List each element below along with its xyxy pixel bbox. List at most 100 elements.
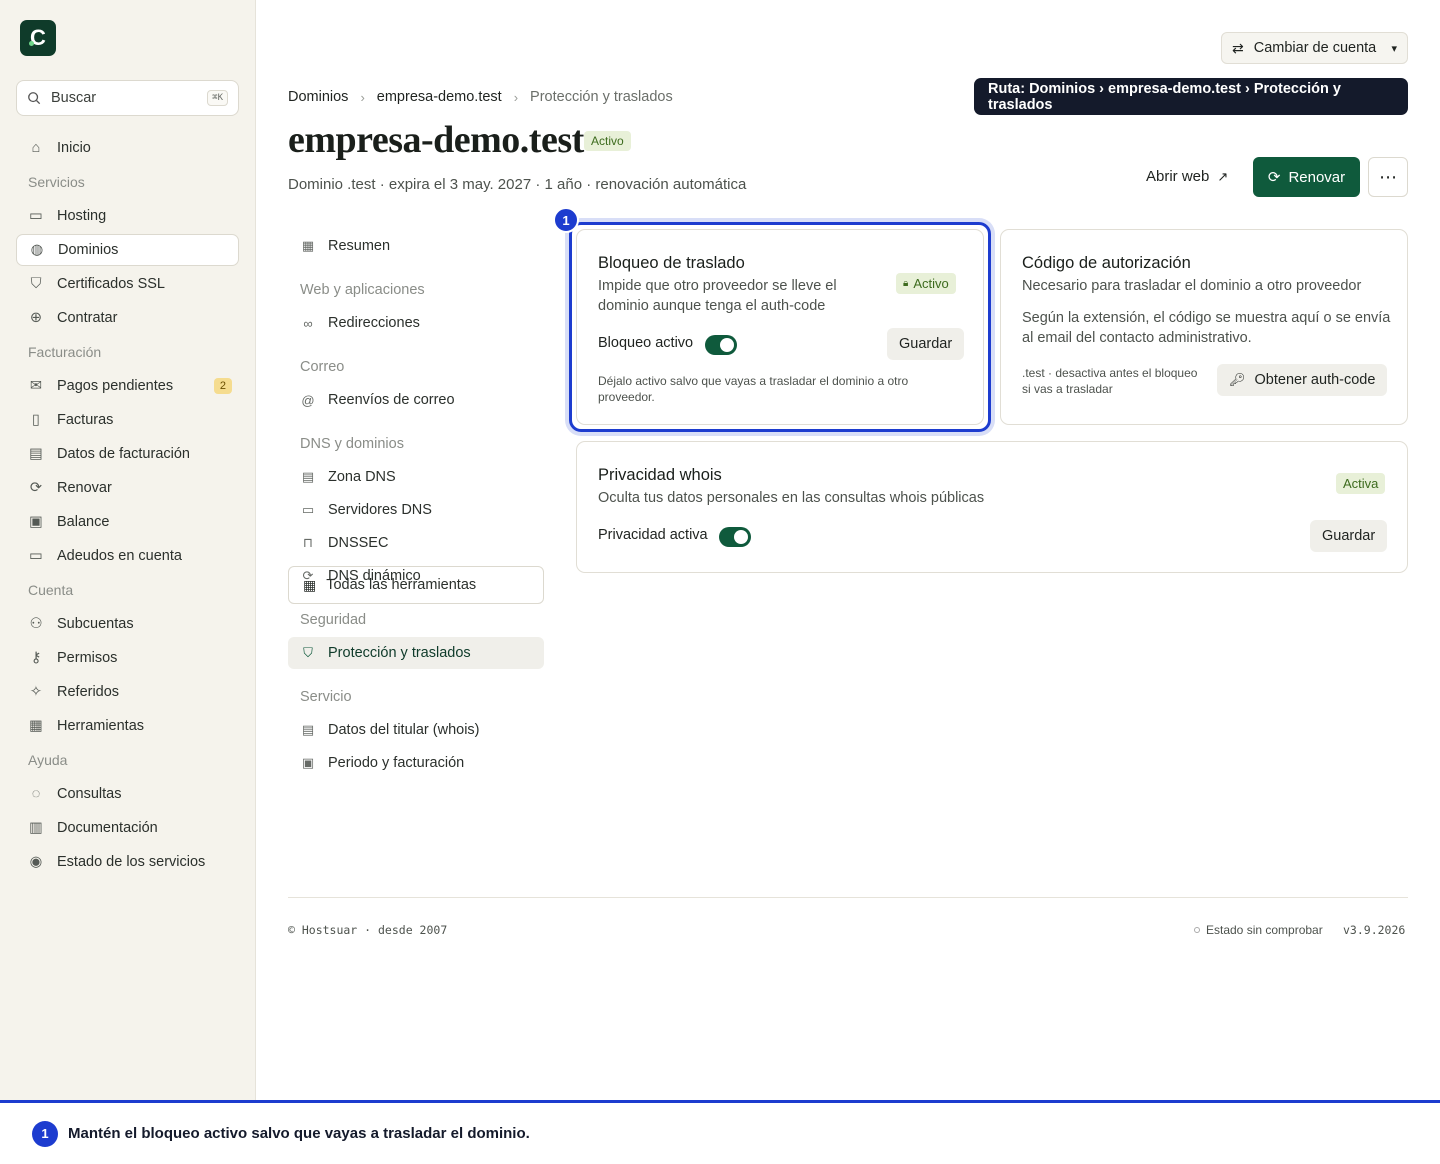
sidebar: C Buscar ⌘K ⌂ Inicio Servicios ▭ Hosting ◍ Dom… <box>0 0 256 1100</box>
grid-icon: ▦ <box>301 238 315 253</box>
card-title: Bloqueo de traslado <box>598 254 745 272</box>
book-icon: ▥ <box>29 820 43 836</box>
whois-privacy-card: Privacidad whois Oculta tus datos person… <box>576 441 1408 573</box>
subnav-item[interactable]: ▤ Zona DNS <box>288 461 544 493</box>
callout-text: Mantén el bloqueo activo salvo que vayas… <box>68 1125 530 1142</box>
lock-icon: ⊓ <box>302 535 314 550</box>
shield-icon: ⛉ <box>303 645 313 660</box>
sidebar-item[interactable]: ✉ Pagos pendientes 2 <box>16 370 239 402</box>
link-icon: ∞ <box>303 315 313 331</box>
sidebar-item[interactable]: ▭ Adeudos en cuenta <box>16 540 239 572</box>
search-placeholder: Buscar <box>51 90 97 106</box>
renew-button[interactable]: ⟳ Renovar <box>1253 157 1360 197</box>
status-badge: Activo <box>584 131 631 151</box>
logo-letter: C <box>30 25 46 50</box>
sidebar-item[interactable]: ▣ Balance <box>16 506 239 538</box>
subnav-item[interactable]: ∞ Redirecciones <box>288 307 544 339</box>
sidebar-item-label: Renovar <box>57 480 112 496</box>
step-marker: 1 <box>32 1120 58 1147</box>
sidebar-item[interactable]: ⚷ Permisos <box>16 642 239 674</box>
subnav-section-label: Correo <box>300 359 345 375</box>
sidebar-item[interactable]: ⟳ Renovar <box>16 472 239 504</box>
refresh-icon: ⟳ <box>29 480 43 496</box>
more-options-button[interactable]: ⋯ <box>1368 157 1408 197</box>
logo[interactable]: C <box>20 20 56 56</box>
whois-privacy-toggle[interactable] <box>719 527 751 547</box>
subnav-item[interactable]: ▤ Datos del titular (whois) <box>288 714 544 746</box>
key-icon: ⚷ <box>30 650 42 666</box>
sidebar-item-label: Inicio <box>57 140 91 156</box>
search-input[interactable]: Buscar ⌘K <box>16 80 239 116</box>
refresh-icon: ⟳ <box>1267 169 1281 186</box>
subnav-item[interactable]: @ Reenvíos de correo <box>288 384 544 416</box>
sidebar-item[interactable]: ▯ Facturas <box>16 404 239 436</box>
card-title: Privacidad whois <box>598 466 722 484</box>
subnav-item-label: Periodo y facturación <box>328 755 465 771</box>
sidebar-item[interactable]: ▥ Documentación <box>16 812 239 844</box>
sidebar-item[interactable]: ▤ Datos de facturación <box>16 438 239 470</box>
open-web-link[interactable]: Abrir web ↗ <box>1146 168 1228 185</box>
auth-code-card: Código de autorización Necesario para tr… <box>1000 229 1408 425</box>
sidebar-item-label: Permisos <box>57 650 118 666</box>
footer-copyright: © Hostsuar · desde 2007 <box>288 923 448 937</box>
card-hint: Déjalo activo salvo que vayas a traslada… <box>598 374 909 404</box>
transfer-lock-toggle[interactable] <box>705 335 737 355</box>
plus-circle-icon: ⊕ <box>29 310 43 326</box>
sidebar-item[interactable]: ⛉ Certificados SSL <box>16 268 239 300</box>
footer-version: v3.9.2026 <box>1343 923 1406 937</box>
sidebar-item[interactable]: ⚇ Subcuentas <box>16 608 239 640</box>
sidebar-item[interactable]: ⊕ Contratar <box>16 302 239 334</box>
get-auth-code-label: Obtener auth-code <box>1254 372 1376 388</box>
breadcrumb-item[interactable]: Dominios <box>288 89 348 105</box>
sidebar-item-label: Dominios <box>58 242 119 258</box>
card-note: .test · desactiva antes el bloqueo si va… <box>1022 366 1198 396</box>
sidebar-item-label: Adeudos en cuenta <box>57 548 182 564</box>
sidebar-section-label: Facturación <box>28 344 102 360</box>
subnav-item-label: Datos del titular (whois) <box>328 722 480 738</box>
sidebar-item-label: Facturas <box>57 412 114 428</box>
sidebar-item[interactable]: ▭ Hosting <box>16 200 239 232</box>
get-auth-code-button[interactable]: 🔑︎ Obtener auth-code <box>1217 364 1388 396</box>
subnav-item[interactable]: ▣ Periodo y facturación <box>288 747 544 779</box>
table-icon: ▤ <box>301 469 315 484</box>
chevron-down-icon: ▾ <box>1391 42 1397 55</box>
breadcrumb-item[interactable]: empresa-demo.test <box>377 89 502 105</box>
subnav-section-label: Seguridad <box>300 612 367 628</box>
sidebar-item-label: Contratar <box>57 310 118 326</box>
card-description: Necesario para trasladar el dominio a ot… <box>1022 278 1362 294</box>
subnav-item-label: DNSSEC <box>328 535 389 551</box>
subnav-item-label: Protección y traslados <box>328 645 471 661</box>
subnav-item-label: Redirecciones <box>328 315 420 331</box>
mail-icon: ✉ <box>29 378 43 394</box>
id-card-icon: ▤ <box>29 446 43 462</box>
subnav-item[interactable]: ⛉ Protección y traslados <box>288 637 544 669</box>
sidebar-item[interactable]: ▦ Herramientas <box>16 710 239 742</box>
sidebar-section-label: Servicios <box>28 174 85 190</box>
page-subtitle: Dominio .test · expira el 3 may. 2027 · … <box>288 176 747 193</box>
status-badge: Activa <box>1336 473 1386 494</box>
breadcrumb: Dominios › empresa-demo.test › Protecció… <box>288 89 673 105</box>
subnav-item[interactable]: ▭ Servidores DNS <box>288 494 544 526</box>
subnav-item[interactable]: ⊓ DNSSEC <box>288 527 544 559</box>
sidebar-item[interactable]: ⌂ Inicio <box>16 132 239 164</box>
sparkles-icon: ✧ <box>29 684 43 700</box>
all-tools-button[interactable]: ▦ Todas las herramientas <box>288 566 544 604</box>
broadcast-icon: ◉ <box>29 854 43 870</box>
id-card-icon: ▤ <box>301 722 315 737</box>
save-button[interactable]: Guardar <box>1310 520 1388 552</box>
save-button[interactable]: Guardar <box>887 328 965 360</box>
banknote-icon: ▣ <box>29 514 43 530</box>
sidebar-item[interactable]: ◌ Consultas <box>16 778 239 810</box>
card-title: Código de autorización <box>1022 254 1191 272</box>
footer-divider <box>288 897 1408 898</box>
sidebar-item[interactable]: ✧ Referidos <box>16 676 239 708</box>
sidebar-item[interactable]: ◉ Estado de los servicios <box>16 846 239 878</box>
sidebar-item-label: Subcuentas <box>57 616 134 632</box>
card-body: Según la extensión, el código se muestra… <box>1022 310 1391 346</box>
subnav-item[interactable]: ▦ Resumen <box>288 230 544 262</box>
subnav-item-label: Resumen <box>328 238 391 254</box>
file-icon: ▯ <box>32 412 40 428</box>
status-dot-icon <box>1194 927 1200 933</box>
account-switch-button[interactable]: ⇄ Cambiar de cuenta ▾ <box>1221 32 1408 64</box>
sidebar-item[interactable]: ◍ Dominios <box>16 234 239 266</box>
